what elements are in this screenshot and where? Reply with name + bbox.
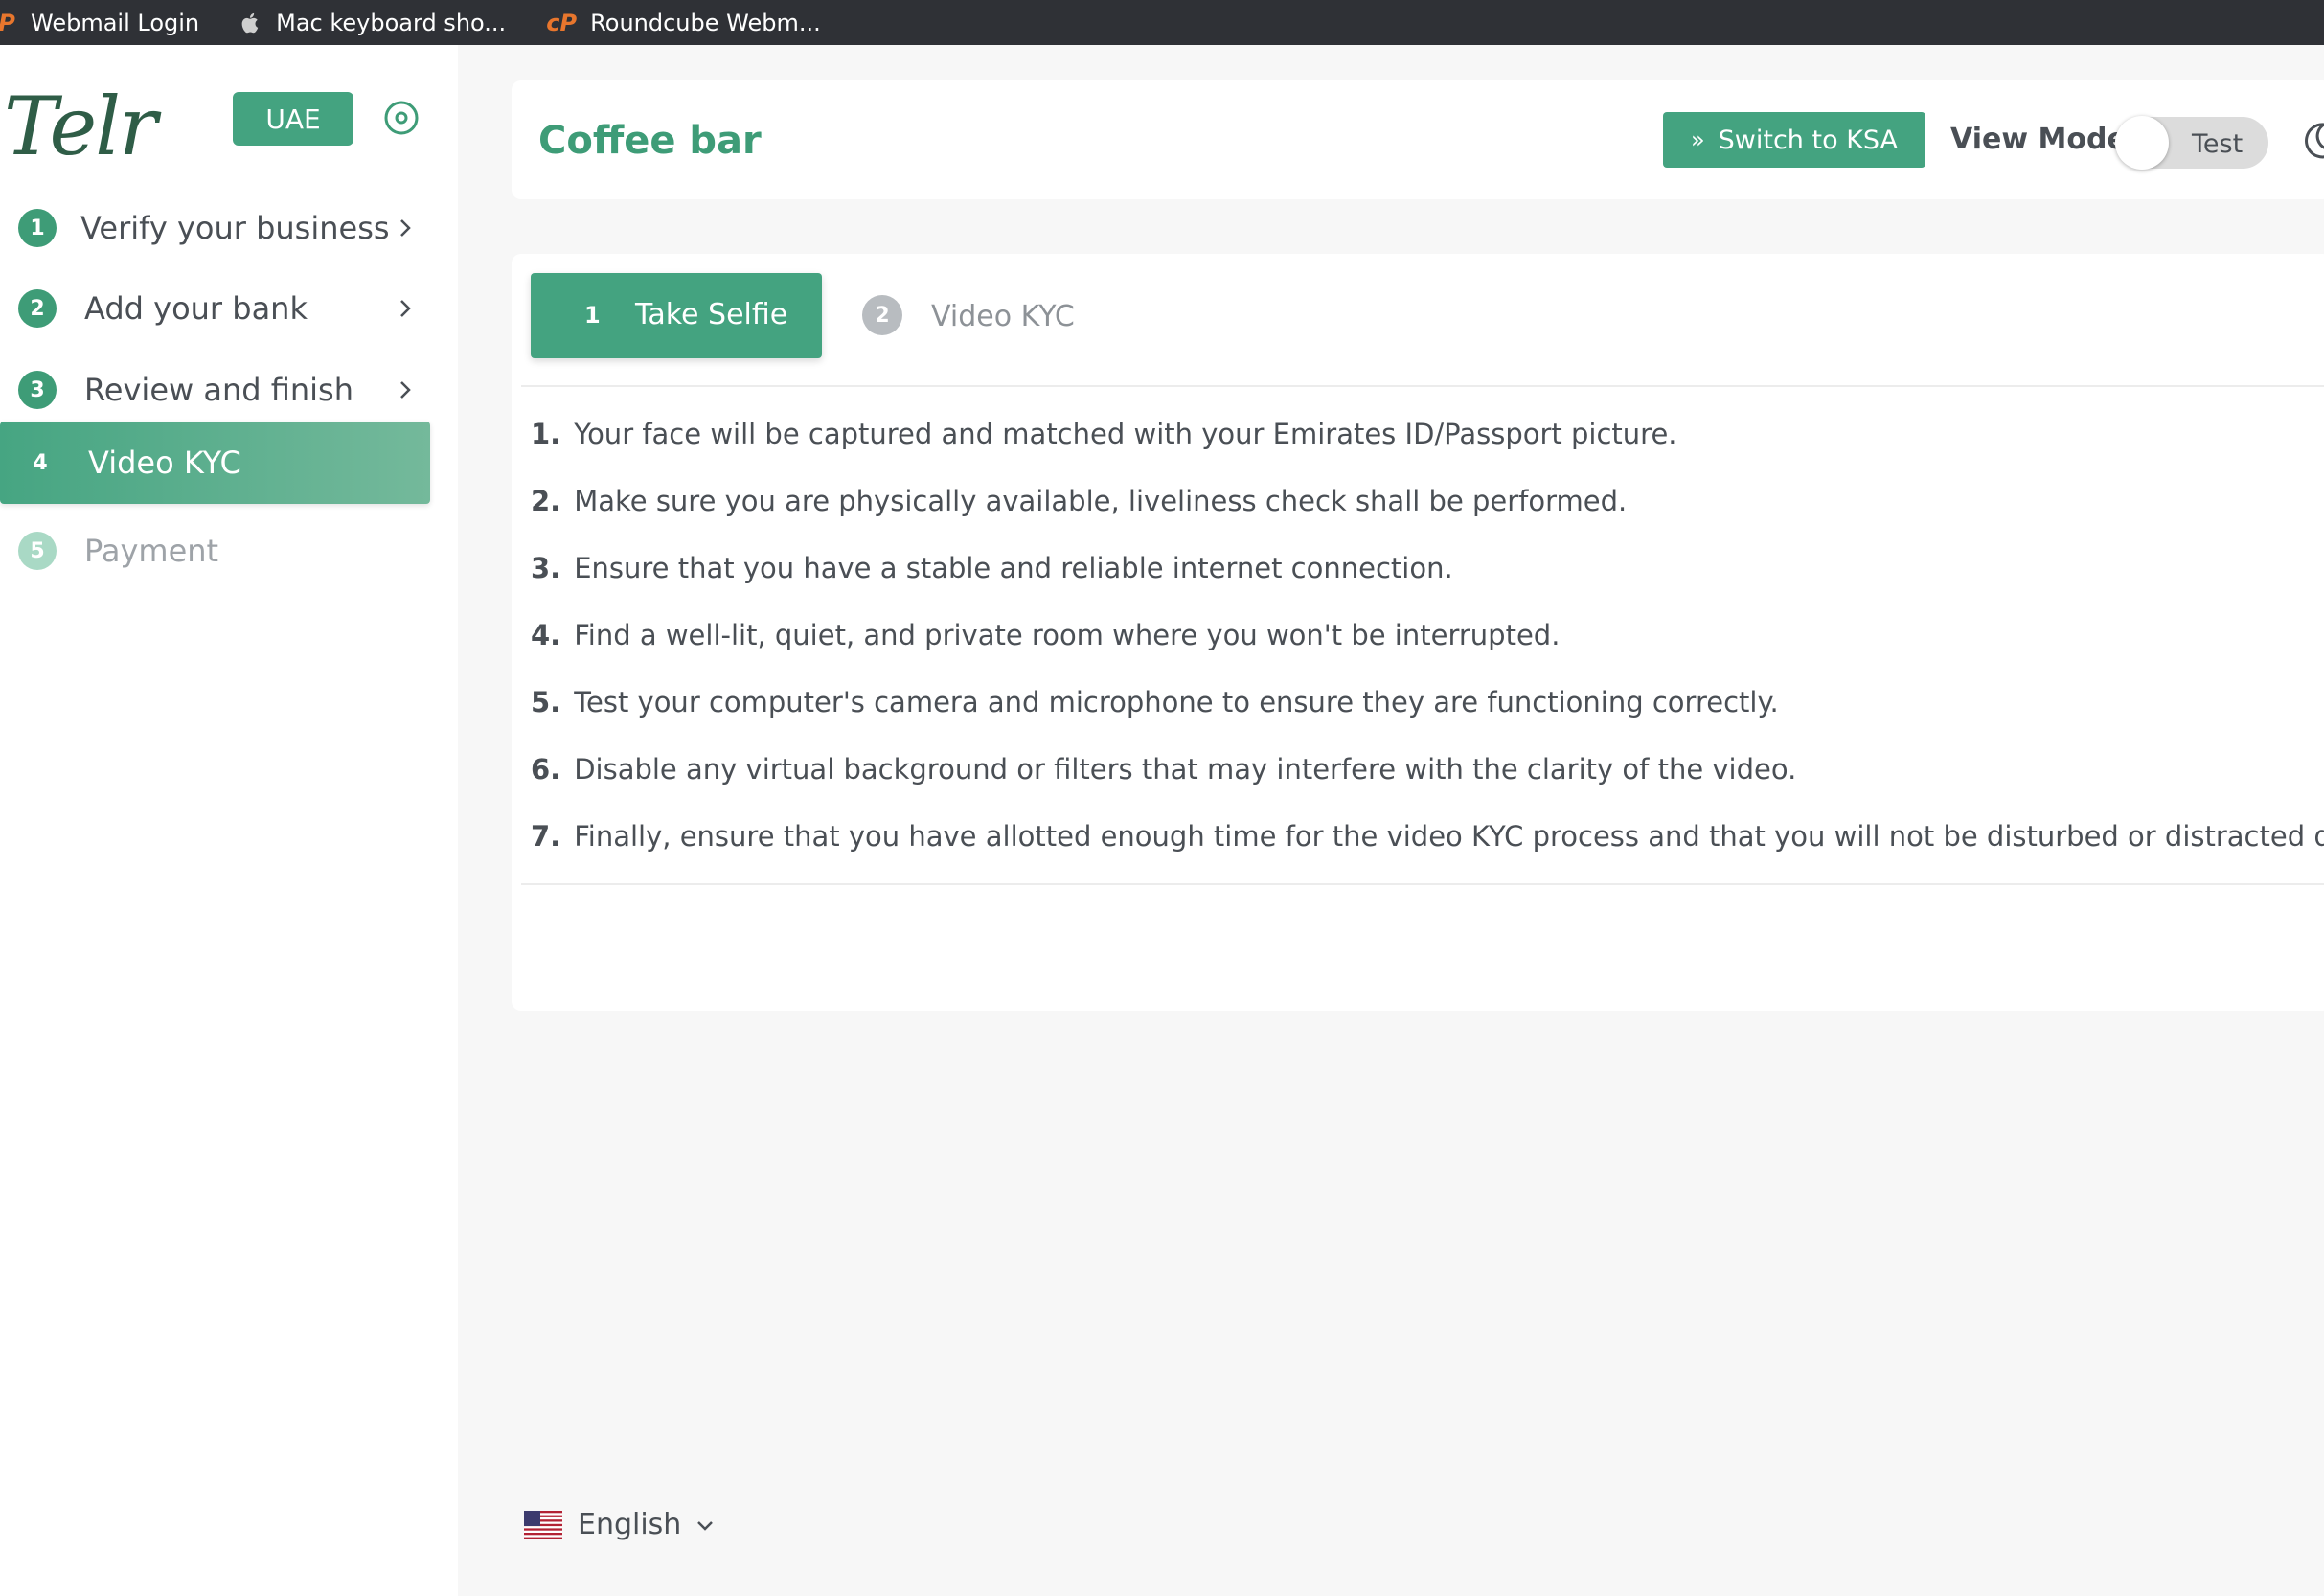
step-number-badge: 5 — [18, 532, 57, 570]
cpanel-icon: P — [0, 10, 15, 36]
sidebar-item-add-bank[interactable]: 2 Add your bank — [0, 269, 430, 348]
sidebar-item-payment: 5 Payment — [0, 512, 430, 590]
step-number-badge: 2 — [18, 289, 57, 328]
sidebar-item-verify-business[interactable]: 1 Verify your business — [0, 189, 430, 267]
toggle-knob — [2115, 116, 2169, 170]
list-item: 1. Your face will be captured and matched… — [531, 418, 1677, 450]
bookmarks-bar: P Webmail Login Mac keyboard sho... cP R… — [0, 0, 2324, 45]
step-label: Take Selfie — [635, 298, 788, 331]
view-mode-toggle[interactable]: Test — [2115, 116, 2268, 170]
telr-logo[interactable]: Telr — [4, 80, 157, 173]
sidebar-item-label: Payment — [84, 533, 219, 569]
step-number-badge: 2 — [862, 295, 902, 335]
list-item: 5. Test your computer's camera and microp… — [531, 686, 1779, 718]
bookmark-label: Mac keyboard sho... — [276, 9, 507, 36]
target-settings-icon[interactable] — [382, 99, 421, 137]
video-kyc-card: 1 Take Selfie 2 Video KYC 1. Your face wi… — [512, 254, 2324, 1011]
sidebar-item-video-kyc[interactable]: 4 Video KYC — [0, 422, 430, 504]
list-item: 7. Finally, ensure that you have allotted… — [531, 820, 2324, 853]
step-number-badge: 4 — [33, 450, 48, 475]
switch-button-label: Switch to KSA — [1718, 125, 1899, 155]
list-item: 2. Make sure you are physically available… — [531, 485, 1628, 517]
sidebar-item-label: Review and finish — [84, 372, 353, 408]
step-number-badge: 3 — [18, 371, 57, 409]
step-number-badge: 1 — [18, 209, 57, 247]
chevron-right-icon — [400, 381, 411, 399]
header-card: Coffee bar » Switch to KSA View Mode Tes… — [512, 80, 2324, 199]
step-label: Video KYC — [931, 300, 1075, 333]
double-chevron-right-icon: » — [1690, 126, 1705, 153]
list-item: 3. Ensure that you have a stable and reli… — [531, 552, 1453, 584]
bookmark-label: Roundcube Webm... — [590, 9, 821, 36]
bookmark-webmail-login[interactable]: P Webmail Login — [0, 0, 199, 45]
sidebar-item-label: Video KYC — [88, 445, 241, 481]
toggle-label: Test — [2192, 129, 2244, 159]
list-item: 6. Disable any virtual background or filt… — [531, 753, 1797, 786]
divider — [521, 385, 2324, 387]
step-video-kyc[interactable]: 2 Video KYC — [862, 292, 1111, 340]
sidebar: Telr UAE 1 Verify your business 2 Add yo… — [0, 45, 458, 1596]
us-flag-icon — [524, 1510, 562, 1539]
country-button[interactable]: UAE — [233, 92, 353, 146]
step-number: 1 — [584, 302, 601, 329]
bookmark-roundcube[interactable]: cP Roundcube Webm... — [544, 0, 821, 45]
bookmark-mac-keyboard[interactable]: Mac keyboard sho... — [238, 0, 506, 45]
moon-icon[interactable] — [2303, 121, 2324, 161]
list-item: 4. Find a well-lit, quiet, and private ro… — [531, 619, 1561, 651]
language-selector[interactable]: English — [524, 1508, 716, 1541]
chevron-right-icon — [400, 219, 411, 237]
apple-icon — [238, 10, 264, 36]
view-mode-label: View Mode — [1950, 123, 2127, 156]
sidebar-item-review-finish[interactable]: 3 Review and finish — [0, 351, 430, 429]
language-label: English — [578, 1508, 682, 1541]
step-take-selfie[interactable]: 1 Take Selfie — [531, 273, 822, 358]
sidebar-item-label: Verify your business — [80, 210, 390, 246]
cpanel-icon: cP — [546, 9, 578, 36]
sidebar-item-label: Add your bank — [84, 290, 308, 327]
chevron-down-icon — [697, 1520, 714, 1531]
divider — [521, 883, 2324, 885]
bookmark-label: Webmail Login — [31, 9, 200, 36]
switch-to-ksa-button[interactable]: » Switch to KSA — [1663, 112, 1925, 168]
chevron-right-icon — [400, 300, 411, 317]
page-title: Coffee bar — [538, 119, 762, 163]
